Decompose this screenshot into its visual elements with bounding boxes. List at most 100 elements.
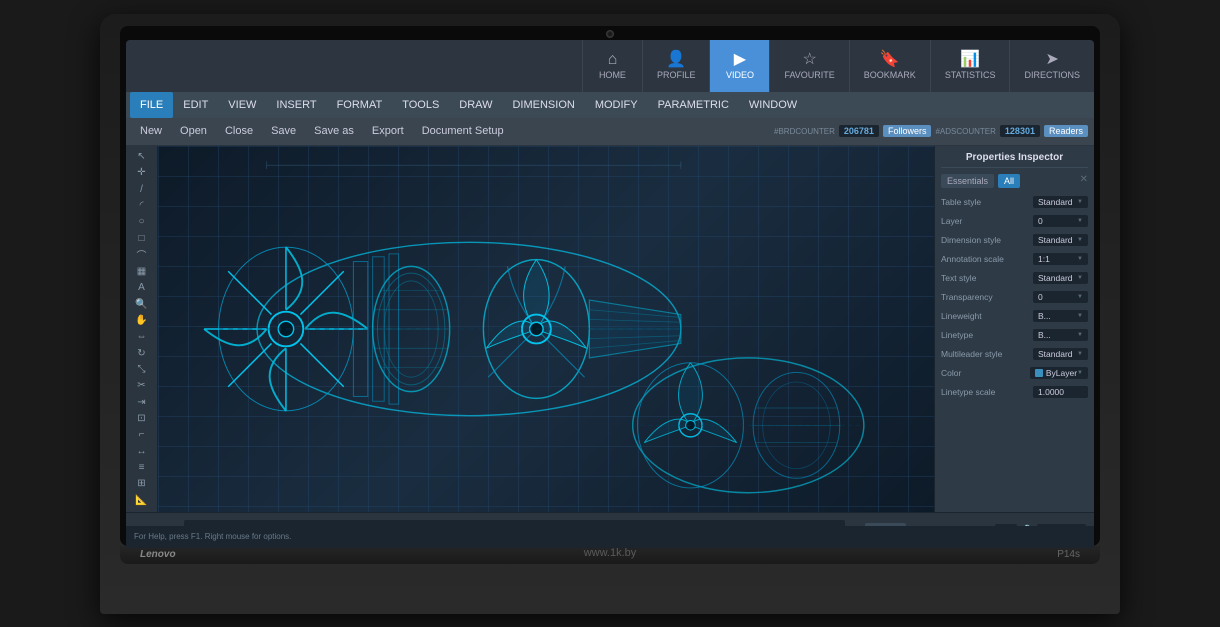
canvas-area[interactable] bbox=[158, 146, 934, 512]
toolbar-open[interactable]: Open bbox=[172, 123, 215, 139]
toolbar-new[interactable]: New bbox=[132, 123, 170, 139]
prop-val-layer[interactable]: 0 bbox=[1033, 215, 1088, 227]
tool-fillet[interactable]: ⌐ bbox=[130, 428, 154, 442]
panel-tab-essentials[interactable]: Essentials bbox=[941, 174, 994, 188]
menu-parametric[interactable]: PARAMETRIC bbox=[648, 92, 739, 118]
main-area: ↖ ✛ / ◜ ○ □ ⌒ ▦ A 🔍 ✋ ⇔ ↻ ⤡ ✂ ⇥ ⊡ bbox=[126, 146, 1094, 512]
followers-badge: Followers bbox=[883, 125, 932, 137]
nav-bookmark-label: BOOKMARK bbox=[864, 70, 916, 80]
tool-line[interactable]: / bbox=[130, 182, 154, 196]
toolbar-export[interactable]: Export bbox=[364, 123, 412, 139]
prop-val-lts[interactable]: 1.0000 bbox=[1033, 386, 1088, 398]
favourite-icon: ☆ bbox=[802, 52, 816, 68]
help-text: For Help, press F1. Right mouse for opti… bbox=[134, 532, 291, 541]
toolbar: New Open Close Save Save as Export Docum… bbox=[126, 118, 1094, 146]
nav-profile[interactable]: 👤 PROFILE bbox=[642, 40, 710, 92]
tool-select[interactable]: ↖ bbox=[130, 150, 154, 164]
menu-format[interactable]: FORMAT bbox=[327, 92, 393, 118]
tool-dimension[interactable]: ↔ bbox=[130, 444, 154, 458]
menu-insert[interactable]: INSERT bbox=[266, 92, 326, 118]
nav-directions[interactable]: ➤ DIRECTIONS bbox=[1009, 40, 1094, 92]
prop-val-lt[interactable]: B... bbox=[1033, 329, 1088, 341]
prop-label-dim: Dimension style bbox=[941, 235, 1001, 245]
menu-view[interactable]: VIEW bbox=[218, 92, 266, 118]
brdcounter-value: 206781 bbox=[839, 125, 879, 137]
turbine-illustration bbox=[158, 146, 934, 512]
nav-home[interactable]: ⌂ HOME bbox=[582, 40, 642, 92]
menu-file[interactable]: FILE bbox=[130, 92, 173, 118]
website-credit: www.1k.by bbox=[584, 547, 637, 559]
prop-dimension-style: Dimension style Standard bbox=[941, 232, 1088, 248]
prop-val-lw[interactable]: B... bbox=[1033, 310, 1088, 322]
tool-move[interactable]: ✛ bbox=[130, 166, 154, 180]
nav-video-label: VIDEO bbox=[726, 70, 754, 80]
prop-table-style: Table style Standard bbox=[941, 194, 1088, 210]
bookmark-icon: 🔖 bbox=[880, 52, 900, 68]
tool-rect[interactable]: □ bbox=[130, 231, 154, 245]
counter-group: #BRDCOUNTER 206781 Followers #ADSCOUNTER… bbox=[774, 125, 1088, 137]
toolbar-close[interactable]: Close bbox=[217, 123, 261, 139]
prop-label-lts: Linetype scale bbox=[941, 387, 995, 397]
toolbar-document-setup[interactable]: Document Setup bbox=[414, 123, 512, 139]
prop-val-table[interactable]: Standard bbox=[1033, 196, 1088, 208]
tool-mirror[interactable]: ⇔ bbox=[130, 330, 154, 344]
tool-arc[interactable]: ◜ bbox=[130, 198, 154, 212]
tool-offset[interactable]: ⊡ bbox=[130, 411, 154, 425]
prop-transparency: Transparency 0 bbox=[941, 289, 1088, 305]
menu-edit[interactable]: EDIT bbox=[173, 92, 218, 118]
tool-zoom[interactable]: 🔍 bbox=[130, 297, 154, 311]
menu-modify[interactable]: MODIFY bbox=[585, 92, 648, 118]
laptop-body: ⌂ HOME 👤 PROFILE ▶ VIDEO ☆ FAVOURITE 🔖 bbox=[100, 14, 1120, 614]
panel-title: Properties Inspector bbox=[941, 152, 1088, 168]
menu-dimension[interactable]: DIMENSION bbox=[502, 92, 584, 118]
screen: ⌂ HOME 👤 PROFILE ▶ VIDEO ☆ FAVOURITE 🔖 bbox=[126, 40, 1094, 548]
tool-pan[interactable]: ✋ bbox=[130, 313, 154, 327]
tool-extend[interactable]: ⇥ bbox=[130, 395, 154, 409]
left-toolbar: ↖ ✛ / ◜ ○ □ ⌒ ▦ A 🔍 ✋ ⇔ ↻ ⤡ ✂ ⇥ ⊡ bbox=[126, 146, 158, 512]
tool-hatch[interactable]: ▦ bbox=[130, 264, 154, 278]
menu-tools[interactable]: TOOLS bbox=[392, 92, 449, 118]
nav-favourite[interactable]: ☆ FAVOURITE bbox=[769, 40, 848, 92]
color-swatch bbox=[1035, 369, 1043, 377]
prop-label-lt: Linetype bbox=[941, 330, 973, 340]
tool-circle[interactable]: ○ bbox=[130, 215, 154, 229]
prop-val-text[interactable]: Standard bbox=[1033, 272, 1088, 284]
panel-close[interactable]: ✕ bbox=[1080, 174, 1088, 188]
prop-label-annot: Annotation scale bbox=[941, 254, 1004, 264]
prop-label-ml: Multileader style bbox=[941, 349, 1002, 359]
prop-text-style: Text style Standard bbox=[941, 270, 1088, 286]
screen-bezel: ⌂ HOME 👤 PROFILE ▶ VIDEO ☆ FAVOURITE 🔖 bbox=[120, 26, 1100, 546]
prop-val-annot[interactable]: 1:1 bbox=[1033, 253, 1088, 265]
prop-val-transp[interactable]: 0 bbox=[1033, 291, 1088, 303]
tool-text[interactable]: A bbox=[130, 281, 154, 295]
tool-measure[interactable]: 📐 bbox=[130, 493, 154, 507]
prop-val-ml[interactable]: Standard bbox=[1033, 348, 1088, 360]
panel-tab-all[interactable]: All bbox=[998, 174, 1020, 188]
adscounter-value: 128301 bbox=[1000, 125, 1040, 137]
nav-statistics[interactable]: 📊 STATISTICS bbox=[930, 40, 1010, 92]
prop-multileader: Multileader style Standard bbox=[941, 346, 1088, 362]
prop-val-dim[interactable]: Standard bbox=[1033, 234, 1088, 246]
webcam bbox=[606, 30, 614, 38]
menu-window[interactable]: WINDOW bbox=[739, 92, 807, 118]
color-value: ByLayer bbox=[1046, 368, 1077, 378]
tool-scale[interactable]: ⤡ bbox=[130, 362, 154, 376]
menu-draw[interactable]: DRAW bbox=[449, 92, 502, 118]
tool-polyline[interactable]: ⌒ bbox=[130, 247, 154, 262]
nav-video[interactable]: ▶ VIDEO bbox=[709, 40, 769, 92]
prop-val-color[interactable]: ByLayer bbox=[1030, 367, 1088, 379]
prop-color: Color ByLayer bbox=[941, 365, 1088, 381]
tool-rotate[interactable]: ↻ bbox=[130, 346, 154, 360]
nav-bookmark[interactable]: 🔖 BOOKMARK bbox=[849, 40, 930, 92]
tool-block[interactable]: ⊞ bbox=[130, 477, 154, 491]
help-bar: For Help, press F1. Right mouse for opti… bbox=[126, 526, 1094, 548]
toolbar-save[interactable]: Save bbox=[263, 123, 304, 139]
tool-layer[interactable]: ≡ bbox=[130, 460, 154, 474]
video-icon: ▶ bbox=[734, 52, 746, 68]
toolbar-saveas[interactable]: Save as bbox=[306, 123, 362, 139]
tool-trim[interactable]: ✂ bbox=[130, 379, 154, 393]
prop-label-table: Table style bbox=[941, 197, 981, 207]
prop-linetype: Linetype B... bbox=[941, 327, 1088, 343]
prop-lineweight: Lineweight B... bbox=[941, 308, 1088, 324]
directions-icon: ➤ bbox=[1046, 52, 1059, 68]
